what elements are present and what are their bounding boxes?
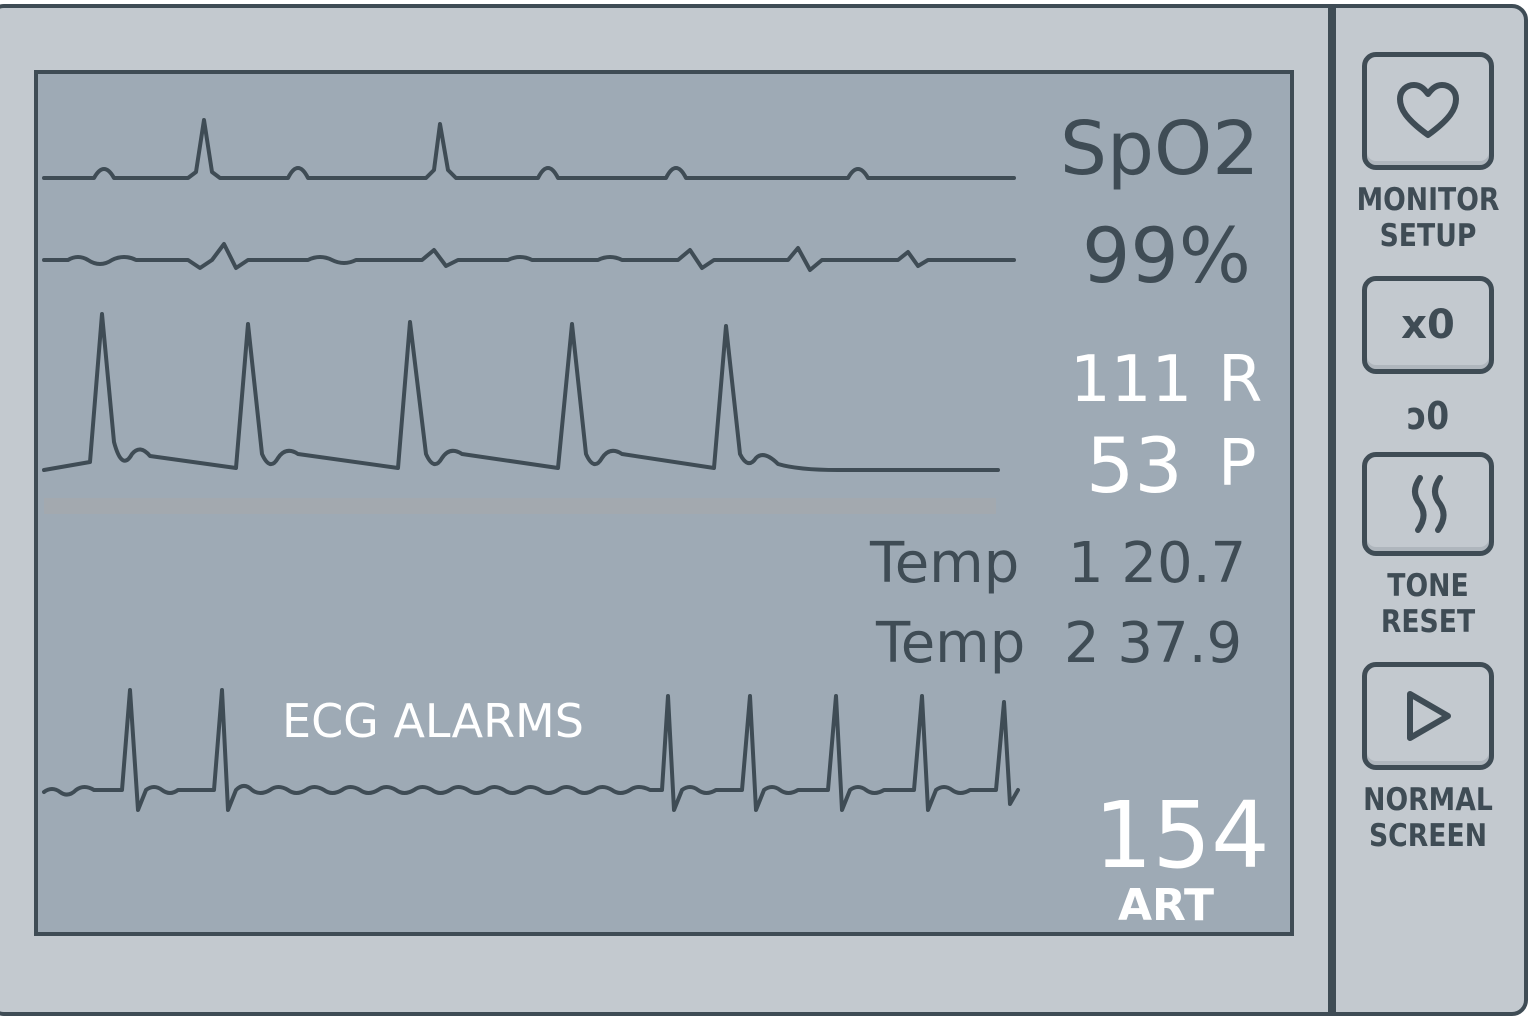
ecg-alarms-label: ECG ALARMS [282,694,584,748]
heart-icon [1397,82,1459,138]
temp2-value: 2 37.9 [1064,611,1243,676]
play-icon [1407,691,1451,741]
resp-label: R [1218,343,1263,417]
wave-icon [1412,475,1447,533]
normal-screen-button[interactable] [1362,662,1494,770]
pulse-value: 53 [1086,421,1183,510]
monitor-setup-label: MONITOR SETUP [1356,182,1500,254]
panel-divider [1328,4,1336,1016]
x0-button-label: x0 [1401,302,1455,348]
monitor-setup-button[interactable] [1362,52,1494,170]
pulse-label: P [1218,427,1257,501]
temp1-value: 1 20.7 [1068,531,1247,596]
spo2-label: SpO2 [1060,106,1260,192]
tone-reset-button[interactable] [1362,452,1494,556]
tone-reset-label: TONE RESET [1380,568,1476,640]
normal-screen-label: NORMAL SCREEN [1363,782,1493,854]
x0-indicator: ↄ0 [1406,394,1450,438]
temp1-label: Temp [870,531,1020,596]
temp2-label: Temp [876,611,1026,676]
resp-value: 111 [1070,343,1193,417]
waveform-trace-3 [42,312,1000,472]
art-label: ART [1118,880,1214,931]
waveform-trace-2 [42,242,1016,272]
spo2-value: 99% [1082,211,1251,300]
x0-button[interactable]: x0 [1362,276,1494,374]
art-value: 154 [1094,782,1270,889]
waveform-trace-1 [42,118,1016,180]
waveform-baseline-band [44,498,996,514]
